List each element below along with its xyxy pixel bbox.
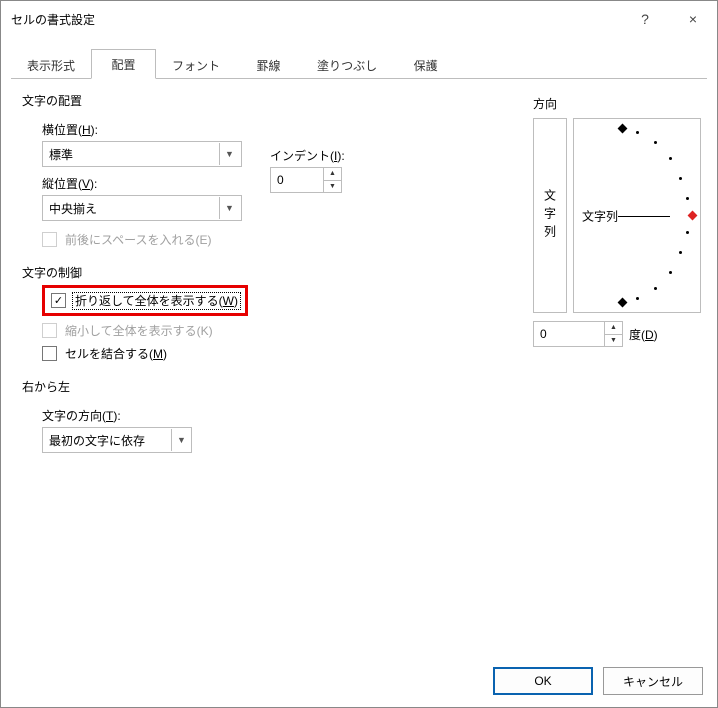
merge-cells-checkbox[interactable]: セルを結合する(M) <box>42 345 506 362</box>
tab-alignment[interactable]: 配置 <box>91 49 156 79</box>
spin-up-icon[interactable]: ▲ <box>324 168 341 181</box>
spin-down-icon[interactable]: ▼ <box>605 335 622 347</box>
indent-label: インデント(I): <box>270 147 345 164</box>
wrap-text-highlight: ✓ 折り返して全体を表示する(W) <box>42 285 248 316</box>
vertical-align-select[interactable]: 中央揃え ▼ <box>42 195 242 221</box>
orientation-needle <box>618 216 670 217</box>
horizontal-align-value: 標準 <box>49 146 73 163</box>
group-orientation: 方向 <box>533 95 701 112</box>
text-direction-select[interactable]: 最初の文字に依存 ▼ <box>42 427 192 453</box>
group-text-control: 文字の制御 <box>22 264 506 281</box>
tab-fill[interactable]: 塗りつぶし <box>301 51 393 79</box>
diamond-current-icon <box>688 211 698 221</box>
chevron-down-icon: ▼ <box>171 429 191 451</box>
orientation-vertical-button[interactable]: 文字列 <box>533 118 567 313</box>
wrap-text-checkbox[interactable]: ✓ 折り返して全体を表示する(W) <box>51 292 239 309</box>
help-button[interactable]: ? <box>621 1 669 37</box>
spin-down-icon[interactable]: ▼ <box>324 181 341 193</box>
text-direction-label: 文字の方向(T): <box>42 407 506 424</box>
shrink-to-fit-checkbox: 縮小して全体を表示する(K) <box>42 322 506 339</box>
vertical-align-label: 縦位置(V): <box>42 175 242 192</box>
tab-font[interactable]: フォント <box>156 51 236 79</box>
diamond-icon <box>618 298 628 308</box>
group-text-alignment: 文字の配置 <box>22 92 506 109</box>
orientation-dial-label: 文字列 <box>582 207 618 224</box>
indent-value: 0 <box>271 173 323 187</box>
chevron-down-icon: ▼ <box>219 197 239 219</box>
cancel-button[interactable]: キャンセル <box>603 667 703 695</box>
vertical-align-value: 中央揃え <box>49 200 97 217</box>
diamond-icon <box>618 124 628 134</box>
tab-number-format[interactable]: 表示形式 <box>11 51 91 79</box>
group-rtl: 右から左 <box>22 378 506 395</box>
degree-value: 0 <box>534 327 604 341</box>
degree-label: 度(D) <box>629 326 658 343</box>
justify-distributed-checkbox: 前後にスペースを入れる(E) <box>42 231 506 248</box>
horizontal-align-label: 横位置(H): <box>42 121 242 138</box>
ok-button[interactable]: OK <box>493 667 593 695</box>
tab-border[interactable]: 罫線 <box>236 51 301 79</box>
window-title: セルの書式設定 <box>11 11 95 28</box>
spin-up-icon[interactable]: ▲ <box>605 322 622 335</box>
indent-spinner[interactable]: 0 ▲ ▼ <box>270 167 342 193</box>
orientation-dial[interactable]: 文字列 <box>573 118 701 313</box>
text-direction-value: 最初の文字に依存 <box>49 432 145 449</box>
horizontal-align-select[interactable]: 標準 ▼ <box>42 141 242 167</box>
degree-spinner[interactable]: 0 ▲ ▼ <box>533 321 623 347</box>
checkmark-icon: ✓ <box>51 293 66 308</box>
close-button[interactable]: × <box>669 1 717 37</box>
chevron-down-icon: ▼ <box>219 143 239 165</box>
tab-protection[interactable]: 保護 <box>393 51 458 79</box>
